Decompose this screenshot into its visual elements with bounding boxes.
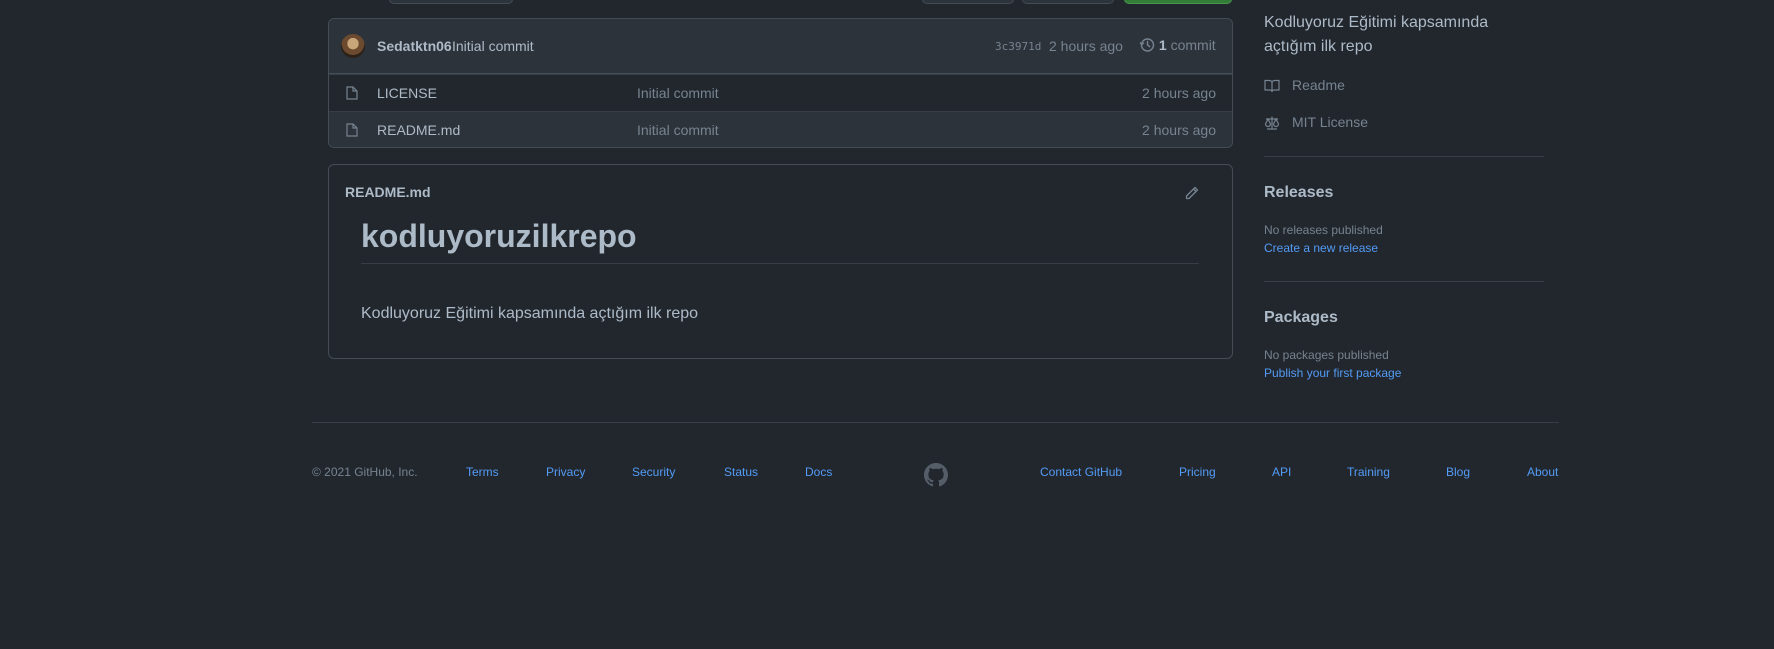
license-link-label: MIT License [1292, 114, 1368, 130]
pencil-icon[interactable] [1184, 185, 1200, 201]
file-icon [346, 86, 358, 100]
github-logo-icon[interactable] [924, 463, 948, 487]
readme-file-title[interactable]: README.md [345, 184, 431, 200]
releases-heading[interactable]: Releases [1264, 184, 1333, 202]
code-button[interactable] [1124, 0, 1232, 4]
commit-count: 1 [1158, 37, 1167, 53]
footer-link-contact[interactable]: Contact GitHub [1040, 465, 1122, 479]
readme-panel: README.md kodluyoruzilkrepo Kodluyoruz E… [328, 164, 1233, 359]
readme-link[interactable]: Readme [1264, 77, 1464, 95]
file-commit-message-link[interactable]: Initial commit [637, 122, 719, 138]
footer-link-status[interactable]: Status [724, 465, 758, 479]
branch-select-button[interactable] [389, 0, 513, 4]
file-commit-message-link[interactable]: Initial commit [637, 85, 719, 101]
license-link[interactable]: MIT License [1264, 114, 1464, 132]
file-name-link[interactable]: LICENSE [377, 85, 437, 101]
footer-divider [312, 422, 1559, 423]
readme-body: Kodluyoruz Eğitimi kapsamında açtığım il… [361, 305, 699, 322]
footer-link-api[interactable]: API [1272, 465, 1291, 479]
sidebar-divider [1264, 156, 1544, 157]
commit-time: 2 hours ago [1049, 38, 1123, 54]
readme-heading: kodluyoruzilkrepo [361, 218, 1199, 264]
commit-sha-link[interactable]: 3c3971d [995, 40, 1041, 53]
commit-count-label: commit [1170, 37, 1216, 53]
history-icon [1139, 38, 1155, 52]
about-description: Kodluyoruz Eğitimi kapsamında açtığım il… [1264, 14, 1489, 55]
latest-commit-bar: Sedatktn06 Initial commit 3c3971d 2 hour… [329, 19, 1232, 74]
book-icon [1264, 79, 1280, 93]
footer-link-blog[interactable]: Blog [1446, 465, 1470, 479]
packages-empty-text: No packages published [1264, 348, 1389, 362]
add-file-button[interactable] [1022, 0, 1114, 4]
publish-package-link[interactable]: Publish your first package [1264, 366, 1401, 380]
commit-author-link[interactable]: Sedatktn06 [377, 38, 452, 54]
releases-empty-text: No releases published [1264, 223, 1383, 237]
sidebar-divider [1264, 281, 1544, 282]
file-browser: Sedatktn06 Initial commit 3c3971d 2 hour… [328, 18, 1233, 148]
footer-copyright: © 2021 GitHub, Inc. [312, 465, 418, 479]
commit-history-link[interactable]: 1 commit [1139, 37, 1216, 53]
go-to-file-button[interactable] [922, 0, 1014, 4]
packages-heading[interactable]: Packages [1264, 309, 1338, 327]
footer-link-terms[interactable]: Terms [466, 465, 499, 479]
footer-link-about[interactable]: About [1527, 465, 1558, 479]
readme-link-label: Readme [1292, 77, 1345, 93]
file-age: 2 hours ago [1142, 122, 1216, 138]
file-row-readme[interactable]: README.md Initial commit 2 hours ago [329, 111, 1232, 147]
file-icon [346, 123, 358, 137]
avatar[interactable] [341, 34, 365, 58]
footer-link-privacy[interactable]: Privacy [546, 465, 585, 479]
file-name-link[interactable]: README.md [377, 122, 460, 138]
footer-link-docs[interactable]: Docs [805, 465, 832, 479]
footer-link-security[interactable]: Security [632, 465, 675, 479]
file-age: 2 hours ago [1142, 85, 1216, 101]
file-row-license[interactable]: LICENSE Initial commit 2 hours ago [329, 74, 1232, 111]
footer-link-pricing[interactable]: Pricing [1179, 465, 1216, 479]
footer-link-training[interactable]: Training [1347, 465, 1390, 479]
create-release-link[interactable]: Create a new release [1264, 241, 1378, 255]
commit-message-link[interactable]: Initial commit [452, 38, 534, 54]
law-icon [1264, 116, 1280, 130]
